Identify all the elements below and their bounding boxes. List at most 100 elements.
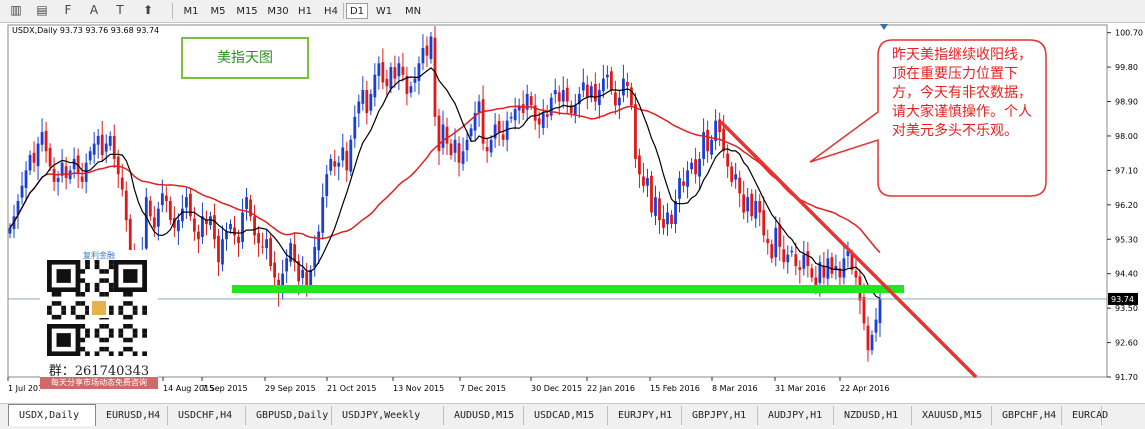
candle-body [225,231,228,240]
timeframe-h1[interactable]: H1 [294,3,316,19]
tab-nzdusd-h1[interactable]: NZDUSD,H1 [834,406,912,425]
candle-body [549,97,553,116]
timeframe-w1[interactable]: W1 [372,3,396,19]
candle-body [686,170,689,187]
candle-body [509,116,513,119]
timeframe-h4[interactable]: H4 [320,3,342,19]
candle-body [822,265,826,278]
candle-body [381,62,385,83]
candle-body [120,177,124,190]
candle-body [305,272,309,286]
candle-body [529,96,533,106]
timeframe-m30[interactable]: M30 [264,3,292,19]
candle-body [870,334,874,351]
candle-body [285,258,289,272]
tab-eurcad[interactable]: EURCAD [1062,406,1108,425]
candle-body [8,227,12,234]
timeframe-mn[interactable]: MN [400,3,426,19]
tab-gbpusd-daily[interactable]: GBPUSD,Daily [246,406,332,425]
candle-body [28,155,32,171]
shapes-dropdown-icon[interactable]: ⬆ [138,2,158,19]
candle-body [806,251,810,267]
candle-body [449,143,453,156]
candle-body [176,220,180,232]
candle-body [670,214,673,224]
candle-body [489,139,493,153]
x-tick-label: 15 Feb 2016 [650,384,700,393]
price-tag-label: 93.74 [1111,295,1134,304]
candle-body [373,74,377,98]
tab-gbpjpy-h1[interactable]: GBPJPY,H1 [682,406,758,425]
candle-body [810,268,814,278]
tab-audjpy-h1[interactable]: AUDJPY,H1 [758,406,834,425]
candle-body [690,162,693,170]
candle-body [313,246,317,268]
candle-body [193,218,196,232]
tab-usdx-daily[interactable]: USDX,Daily [8,404,96,426]
tab-eurjpy-h1[interactable]: EURJPY,H1 [608,406,682,425]
candle-body [593,83,597,102]
candle-body [501,134,505,140]
x-tick-label: 7 Dec 2015 [460,384,506,393]
candle-body [164,195,168,201]
tab-gbpchf-h4[interactable]: GBPCHF,H4 [992,406,1062,425]
candle-body [565,87,569,102]
candle-body [201,216,204,237]
timeframe-m5[interactable]: M5 [206,3,230,19]
candle-body [754,201,758,219]
candle-body [104,143,108,152]
candle-body [622,78,625,96]
y-tick-label: 92.60 [1115,339,1138,348]
tab-usdcad-m15[interactable]: USDCAD,M15 [524,406,608,425]
candle-body [485,147,489,152]
candle-body [738,177,742,194]
tab-usdjpy-weekly[interactable]: USDJPY,Weekly [332,406,444,425]
candle-body [585,84,589,98]
x-tick-label: 22 Apr 2016 [840,384,889,393]
line-chart-icon[interactable]: F [58,2,78,19]
candle-body [365,90,369,113]
candle-body [445,126,449,144]
candle-body [642,176,645,186]
candle-body [521,104,525,113]
shift-marker-icon [880,24,888,30]
chart-area[interactable]: 100.70 99.80 98.90 98.00 97.10 96.20 95.30 94.4… [0,22,1145,403]
candle-body [389,67,393,89]
candle-body [626,82,629,87]
candle-body [233,227,236,236]
candle-body [64,166,68,179]
candle-body [241,212,244,242]
candle-body [429,36,433,60]
bar-chart-icon[interactable]: ▥ [6,2,26,19]
tab-xauusd-m15[interactable]: XAUUSD,M15 [912,406,992,425]
candle-body [770,244,774,259]
candle-body [317,231,321,251]
timeframe-d1[interactable]: D1 [346,3,368,19]
candle-body [325,174,329,197]
candle-body [674,201,677,224]
candle-body [730,166,734,182]
candle-body [545,114,549,117]
y-tick-label: 98.00 [1115,132,1138,141]
y-tick-label: 95.30 [1115,235,1138,244]
candle-chart-icon[interactable]: ▤ [32,2,52,19]
candle-body [189,193,192,217]
text-label-icon[interactable]: T [110,2,130,19]
y-tick-label: 96.20 [1115,201,1138,210]
candle-body [706,129,710,152]
timeframe-m1[interactable]: M1 [180,3,202,19]
qr-code-icon [47,260,147,356]
candle-body [465,139,469,151]
tab-usdchf-h4[interactable]: USDCHF,H4 [168,406,246,425]
candle-body [301,269,305,278]
y-tick-label: 100.70 [1115,29,1143,38]
candle-body [36,143,40,167]
candle-body [56,178,60,182]
tab-audusd-m15[interactable]: AUDUSD,M15 [444,406,524,425]
tab-eurusd-h4[interactable]: EURUSD,H4 [96,406,168,425]
candle-body [457,143,461,163]
candle-body [261,246,264,248]
text-icon[interactable]: A [84,2,104,19]
timeframe-m15[interactable]: M15 [234,3,260,19]
candle-body [658,198,661,221]
